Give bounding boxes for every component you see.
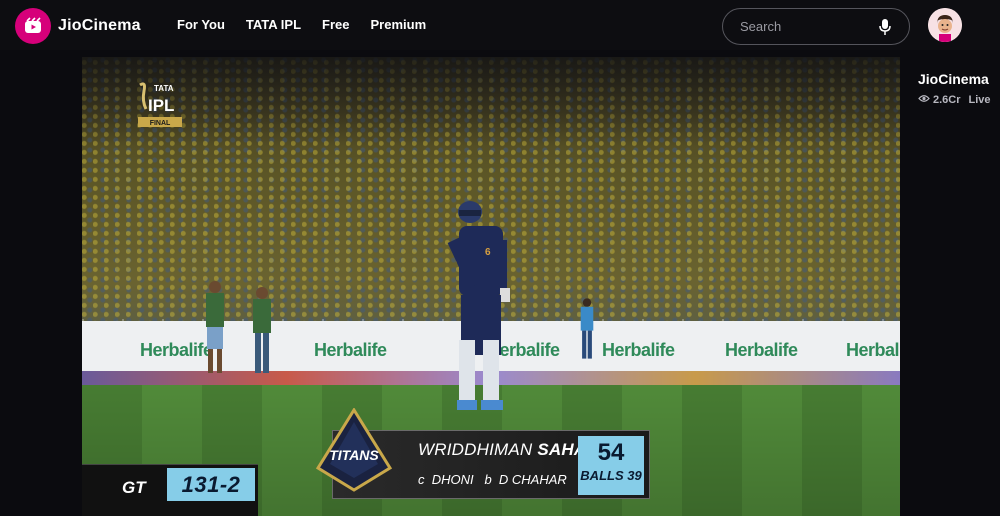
batter-balls: BALLS 39 [580,468,642,483]
team-score: 131-2 [167,468,255,501]
ipl-final-logo: TATA IPL FINAL [138,82,182,127]
batter-first-name: WRIDDHIMAN [418,440,533,459]
view-stats: 2.6Cr Live [918,94,991,106]
nav-free[interactable]: Free [322,17,349,32]
fielder-figure [580,298,594,359]
view-count: 2.6Cr [933,94,961,106]
eye-icon [918,94,930,106]
board-ad-text: Herbalife [846,340,900,360]
stadium-haze [82,57,900,147]
search-input[interactable] [740,19,870,34]
svg-text:6: 6 [485,247,491,258]
brand-link[interactable]: JioCinema [15,8,141,44]
nav-premium[interactable]: Premium [371,17,427,32]
nav-for-you[interactable]: For You [177,17,225,32]
nav-tata-ipl[interactable]: TATA IPL [246,17,301,32]
brand-name: JioCinema [58,17,141,34]
jiocinema-logo-icon [15,8,51,44]
board-ad-text: Herbalife [314,340,387,360]
board-ad-text: Herbalife [725,340,798,360]
channel-name: JioCinema [918,71,989,87]
live-status: Live [968,94,991,106]
batter-figure: 6 [447,201,510,410]
gujarat-titans-badge: TITANS [315,408,393,492]
fielder-figure [253,287,271,373]
team-abbreviation: GT [122,478,146,497]
batter-runs: 54 [597,439,625,466]
stream-info: JioCinema 2.6Cr Live [918,71,991,106]
fielder-figure [206,281,224,373]
profile-avatar[interactable] [928,8,962,42]
main-nav: For You TATA IPL Free Premium [177,17,447,32]
top-bar: JioCinema For You TATA IPL Free Premium [0,0,1000,50]
board-ad-text: Herbalife [602,340,675,360]
logo-final-text: FINAL [150,120,171,127]
logo-tata-text: TATA [154,84,174,93]
batter-name: WRIDDHIMAN SAHA [418,440,586,460]
titans-badge-text: TITANS [329,447,379,463]
search-box[interactable] [722,8,910,45]
microphone-icon[interactable] [879,18,891,41]
batter-stats-box: 54 BALLS 39 [578,436,644,495]
video-player[interactable]: Herbalife Herbalife Herbalife Herbalife … [82,57,900,516]
logo-ipl-text: IPL [148,96,174,115]
dismissal-info: c DHONI b D CHAHAR [418,472,567,487]
